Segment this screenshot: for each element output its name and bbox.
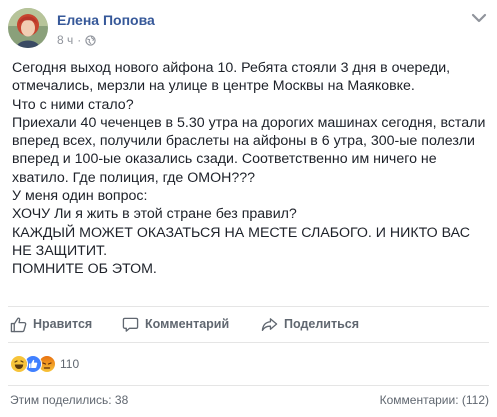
post-text: Сегодня выход нового айфона 10. Ребята с… [12,59,490,279]
divider [8,342,489,343]
reactions-summary[interactable]: 110 [10,354,79,374]
divider [8,306,489,307]
reactions-count: 110 [60,357,80,371]
haha-icon [10,355,28,373]
post-text-line: КАЖДЫЙ МОЖЕТ ОКАЗАТЬСЯ НА МЕСТЕ СЛАБОГО.… [12,224,471,241]
chevron-down-icon[interactable] [471,12,487,24]
action-bar: Нравится Комментарий Поделиться [0,310,497,338]
post-text-line: У меня один вопрос: [12,188,148,205]
post-footer: Этим поделились: 38 Комментарии: (112) [0,390,497,410]
public-globe-icon [85,34,96,46]
share-arrow-icon [261,317,278,331]
comment-bubble-icon [122,317,139,332]
divider [8,385,489,386]
like-button[interactable]: Нравится [10,314,92,334]
post-text-line: НЕ ЗАЩИТИТ. [12,242,108,259]
share-button[interactable]: Поделиться [261,314,359,334]
thumbs-up-icon [10,317,27,332]
post-text-line: Что с ними стало? [12,96,134,113]
post-time[interactable]: 8 ч [57,33,73,47]
post-meta: 8 ч · [57,32,96,48]
author-name[interactable]: Елена Попова [57,12,155,28]
shares-count-link[interactable]: Этим поделились: 38 [10,393,128,407]
post-text-line: ПОМНИТЕ ОБ ЭТОМ. [12,261,157,278]
share-label: Поделиться [284,317,360,331]
post-text-line: хватило. Где полиция, где ОМОН??? [12,169,256,186]
meta-separator: · [77,33,82,47]
facebook-post: Елена Попова 8 ч · Сегодня выход нового … [0,0,497,417]
comment-button[interactable]: Комментарий [122,314,229,334]
post-text-line: вперед всех, получили браслеты на айфоны… [12,133,475,150]
post-text-line: Приехали 40 чеченцев в 5.30 утра на доро… [12,114,486,131]
like-label: Нравится [33,317,93,331]
comments-count-link[interactable]: Комментарии: (112) [380,393,489,407]
post-text-line: отмечались, мерзли на улице в центре Мос… [12,78,415,95]
comment-label: Комментарий [145,317,230,331]
author-avatar[interactable] [8,8,48,48]
post-text-line: ХОЧУ Ли я жить в этой стране без правил? [12,206,297,223]
post-text-line: Сегодня выход нового айфона 10. Ребята с… [12,60,451,76]
post-text-line: вперед и 100-ые оказались сзади. Соответ… [12,151,437,168]
